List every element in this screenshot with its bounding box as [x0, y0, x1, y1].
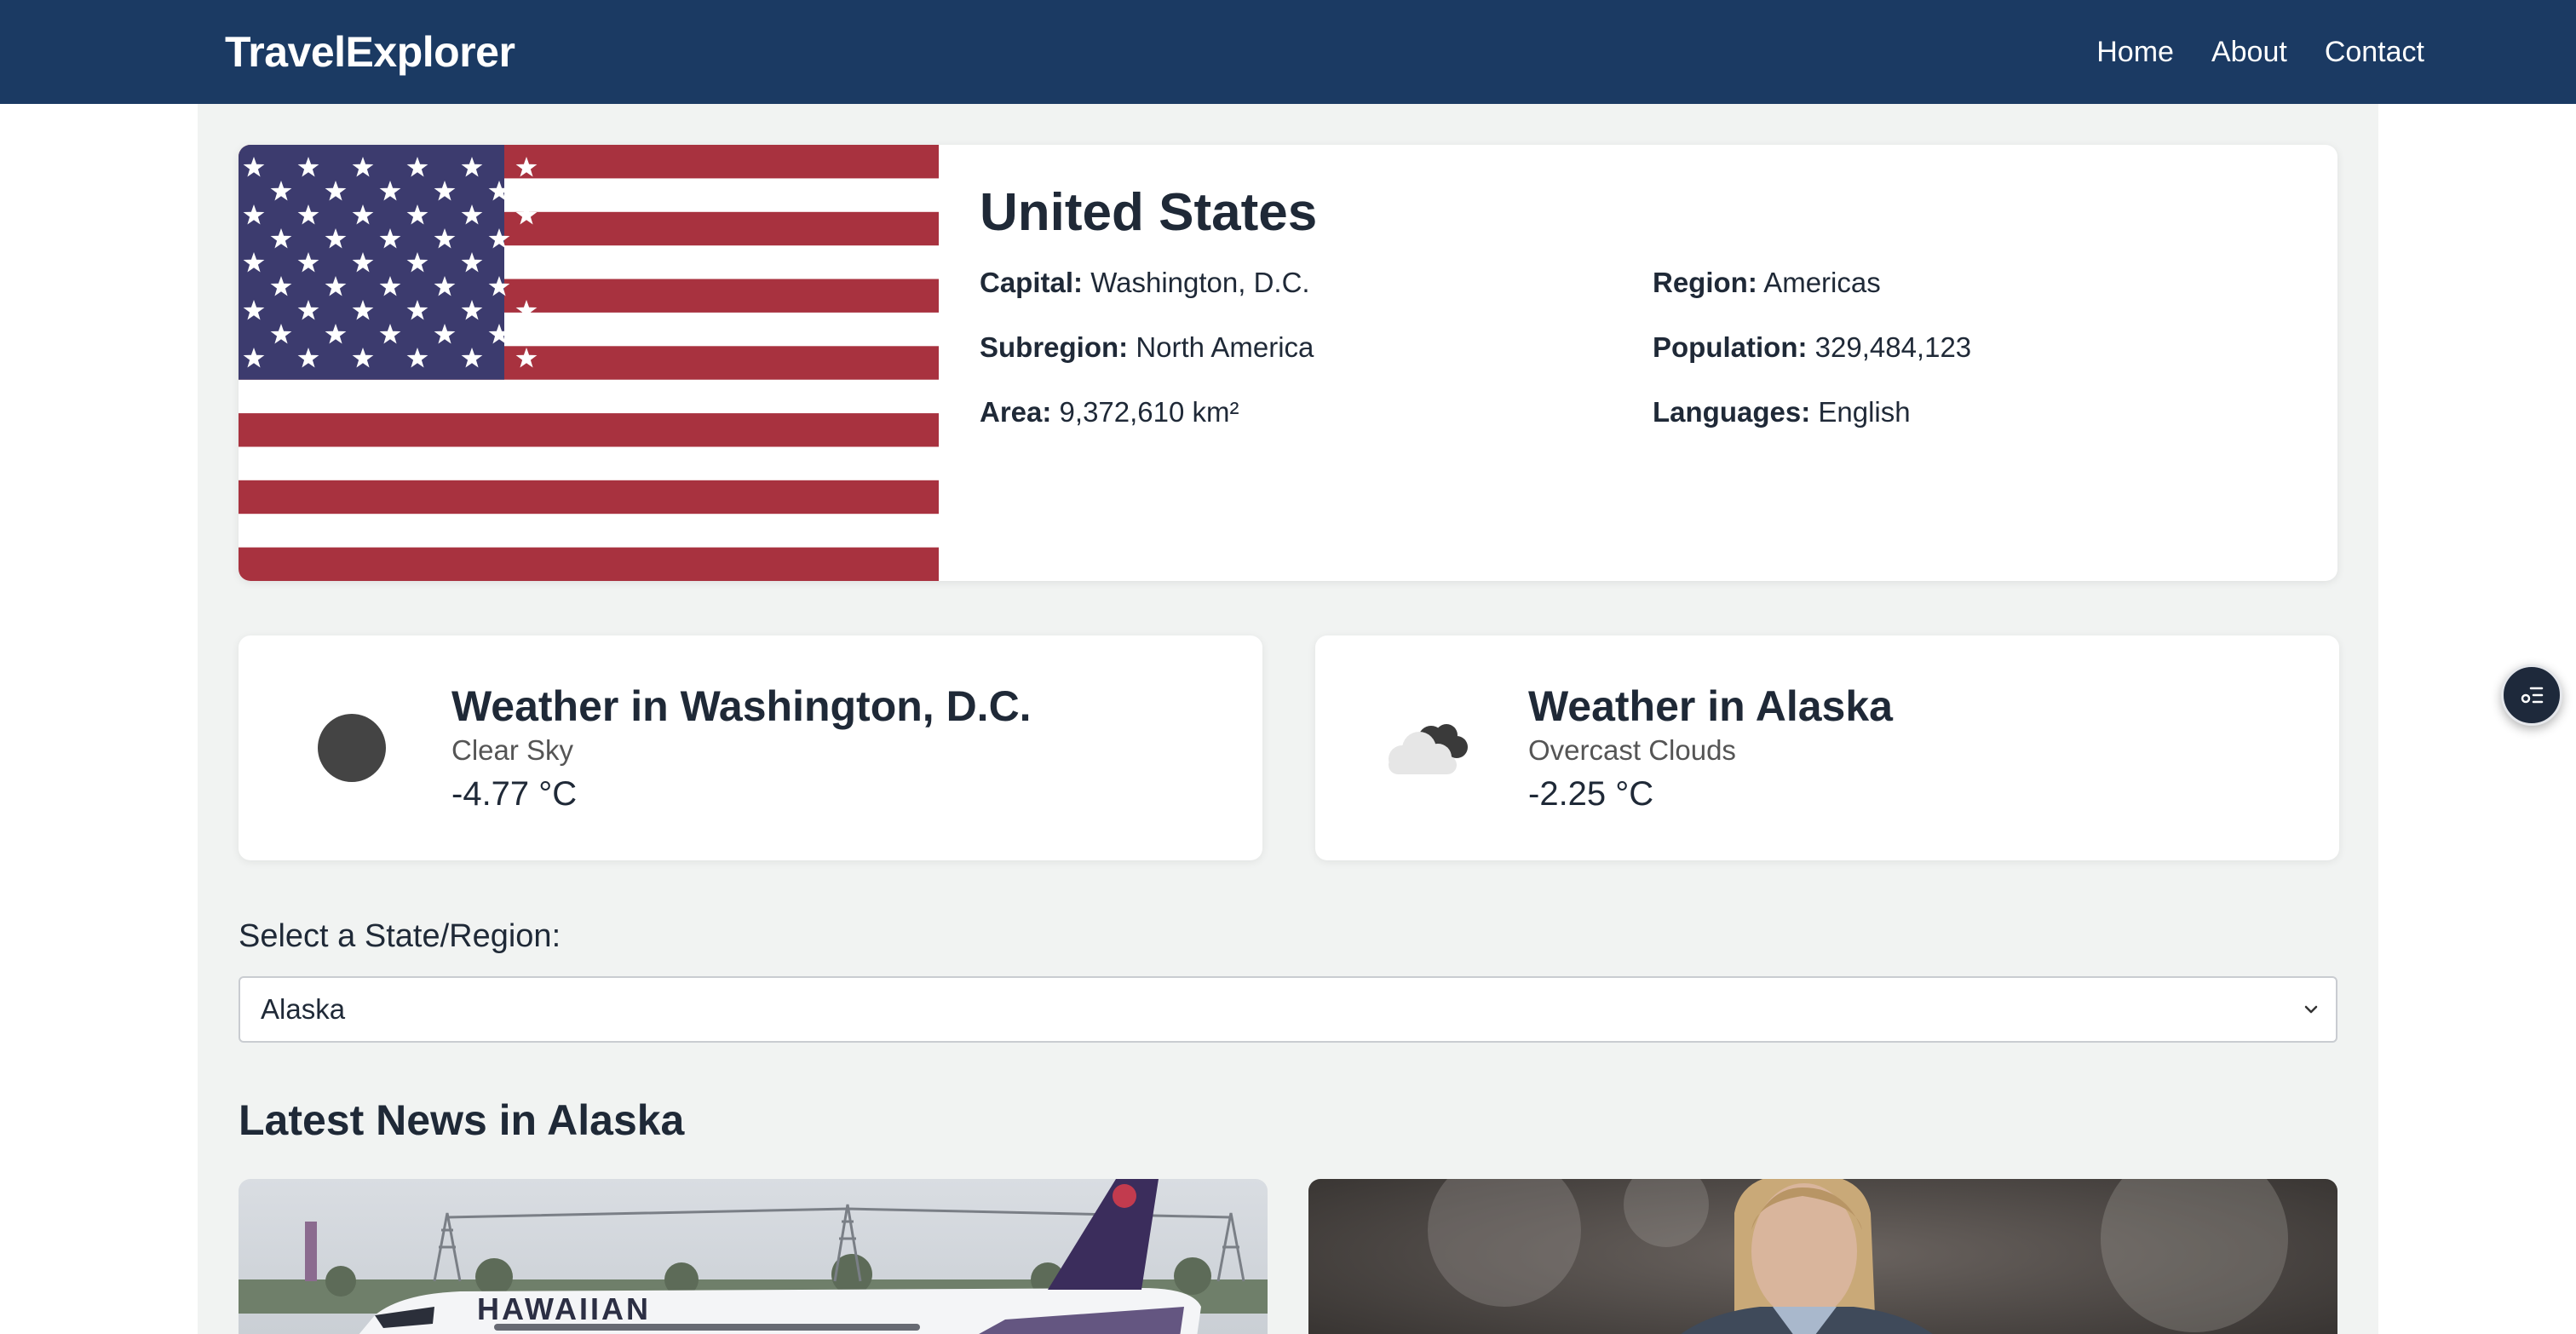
languages-field: Languages: English: [1653, 396, 2297, 428]
nav-link-home[interactable]: Home: [2096, 36, 2174, 69]
weather-card-capital: Weather in Washington, D.C. Clear Sky -4…: [239, 635, 1262, 860]
weather-card-region: Weather in Alaska Overcast Clouds -2.25 …: [1315, 635, 2339, 860]
area-field: Area: 9,372,610 km²: [980, 396, 1653, 428]
capital-field: Capital: Washington, D.C.: [980, 267, 1653, 299]
weather-title: Weather in Alaska: [1528, 681, 1893, 730]
field-value: Americas: [1763, 267, 1881, 298]
weather-description: Clear Sky: [451, 734, 574, 767]
field-value: Washington, D.C.: [1090, 267, 1310, 298]
nav-link-contact[interactable]: Contact: [2325, 36, 2424, 69]
field-value: 329,484,123: [1814, 331, 1972, 363]
country-info: United States Capital: Washington, D.C. …: [939, 145, 2337, 581]
region-select[interactable]: Alaska: [239, 976, 2337, 1043]
region-select-label: Select a State/Region:: [239, 918, 561, 954]
weather-text: Weather in Alaska Overcast Clouds -2.25 …: [1528, 682, 1893, 814]
hawaiian-airlines-plane-image: HAWAIIAN: [239, 1179, 1268, 1334]
region-select-value: Alaska: [261, 993, 346, 1025]
news-section-title: Latest News in Alaska: [239, 1096, 685, 1144]
population-field: Population: 329,484,123: [1653, 331, 2297, 364]
nav-link-about[interactable]: About: [2211, 36, 2287, 69]
plane-livery-text: HAWAIIAN: [477, 1291, 651, 1326]
field-value: North America: [1136, 331, 1314, 363]
weather-temperature: -2.25 °C: [1528, 775, 1654, 814]
field-value: English: [1818, 396, 1911, 428]
brand-logo[interactable]: TravelExplorer: [225, 27, 515, 77]
news-card[interactable]: [1308, 1179, 2337, 1334]
field-label: Population:: [1653, 331, 1808, 363]
list-settings-icon: [2521, 687, 2544, 704]
field-label: Area:: [980, 396, 1052, 428]
weather-text: Weather in Washington, D.C. Clear Sky -4…: [451, 682, 1032, 814]
top-navbar: TravelExplorer Home About Contact: [0, 0, 2576, 104]
clear-night-icon: [318, 714, 386, 782]
weather-description: Overcast Clouds: [1528, 734, 1736, 767]
field-label: Region:: [1653, 267, 1757, 298]
field-label: Capital:: [980, 267, 1084, 298]
news-card[interactable]: HAWAIIAN: [239, 1179, 1268, 1334]
floating-menu-button[interactable]: [2501, 664, 2562, 726]
field-value: 9,372,610 km²: [1059, 396, 1239, 428]
nav-links: Home About Contact: [2096, 36, 2424, 69]
field-label: Subregion:: [980, 331, 1129, 363]
us-flag-image: [239, 145, 939, 581]
country-details-grid: Capital: Washington, D.C. Region: Americ…: [980, 267, 2297, 428]
weather-temperature: -4.77 °C: [451, 775, 578, 814]
country-name: United States: [980, 183, 1318, 242]
main-container: United States Capital: Washington, D.C. …: [198, 104, 2378, 1334]
overcast-clouds-icon: [1389, 724, 1468, 774]
senator-portrait-image: [1308, 1179, 2337, 1334]
weather-title: Weather in Washington, D.C.: [451, 681, 1032, 730]
subregion-field: Subregion: North America: [980, 331, 1653, 364]
chevron-down-icon: [2304, 1005, 2318, 1014]
region-field: Region: Americas: [1653, 267, 2297, 299]
field-label: Languages:: [1653, 396, 1811, 428]
country-card: United States Capital: Washington, D.C. …: [239, 145, 2337, 581]
